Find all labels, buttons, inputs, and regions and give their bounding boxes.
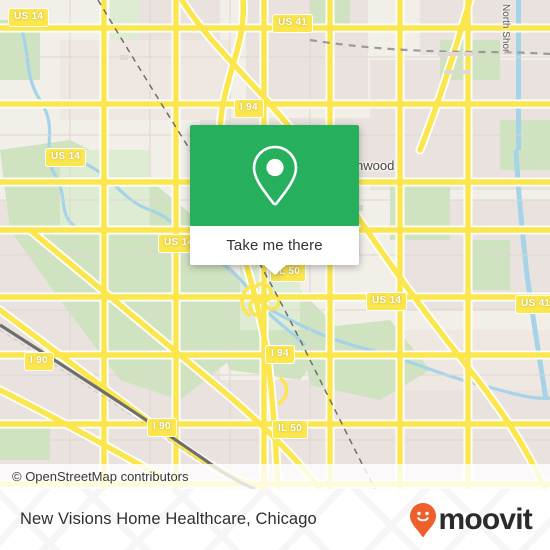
- road-shield: US 41: [272, 14, 314, 33]
- moovit-location-card-screen: US 14 US 41 I 94 US 14 US 14 IL 50 US 14…: [0, 0, 550, 550]
- road-shield: US 14: [45, 148, 87, 167]
- card-pointer-tail: [263, 265, 286, 275]
- street-label-vertical: North Shor: [500, 4, 511, 53]
- take-me-there-button[interactable]: Take me there: [190, 226, 359, 265]
- place-label: nwood: [356, 158, 395, 173]
- road-shield: US 14: [8, 8, 50, 27]
- place-title: New Visions Home Healthcare, Chicago: [20, 510, 317, 528]
- road-shield: US 14: [366, 292, 408, 311]
- road-shield: I 90: [24, 352, 54, 371]
- map-attribution-bar: © OpenStreetMap contributors: [0, 464, 550, 489]
- moovit-wordmark: moovit: [438, 502, 532, 536]
- north-shore-channel: [516, 0, 521, 150]
- road-shield: US 41: [515, 295, 550, 314]
- take-me-there-label: Take me there: [226, 237, 323, 254]
- location-callout-card[interactable]: Take me there: [190, 125, 359, 275]
- osm-attribution-text: © OpenStreetMap contributors: [12, 469, 189, 484]
- map-canvas[interactable]: US 14 US 41 I 94 US 14 US 14 IL 50 US 14…: [0, 0, 550, 489]
- map-pin-icon: [252, 145, 297, 205]
- road-shield: I 94: [234, 99, 264, 118]
- footer-bar: New Visions Home Healthcare, Chicago moo…: [0, 489, 550, 550]
- moovit-logo[interactable]: moovit: [409, 502, 533, 538]
- road-shield: I 90: [147, 418, 177, 437]
- card-icon-panel: [190, 125, 359, 226]
- moovit-smiley-pin-icon: [410, 502, 437, 537]
- road-shield: IL 50: [272, 420, 309, 439]
- road-shield: I 94: [265, 345, 295, 364]
